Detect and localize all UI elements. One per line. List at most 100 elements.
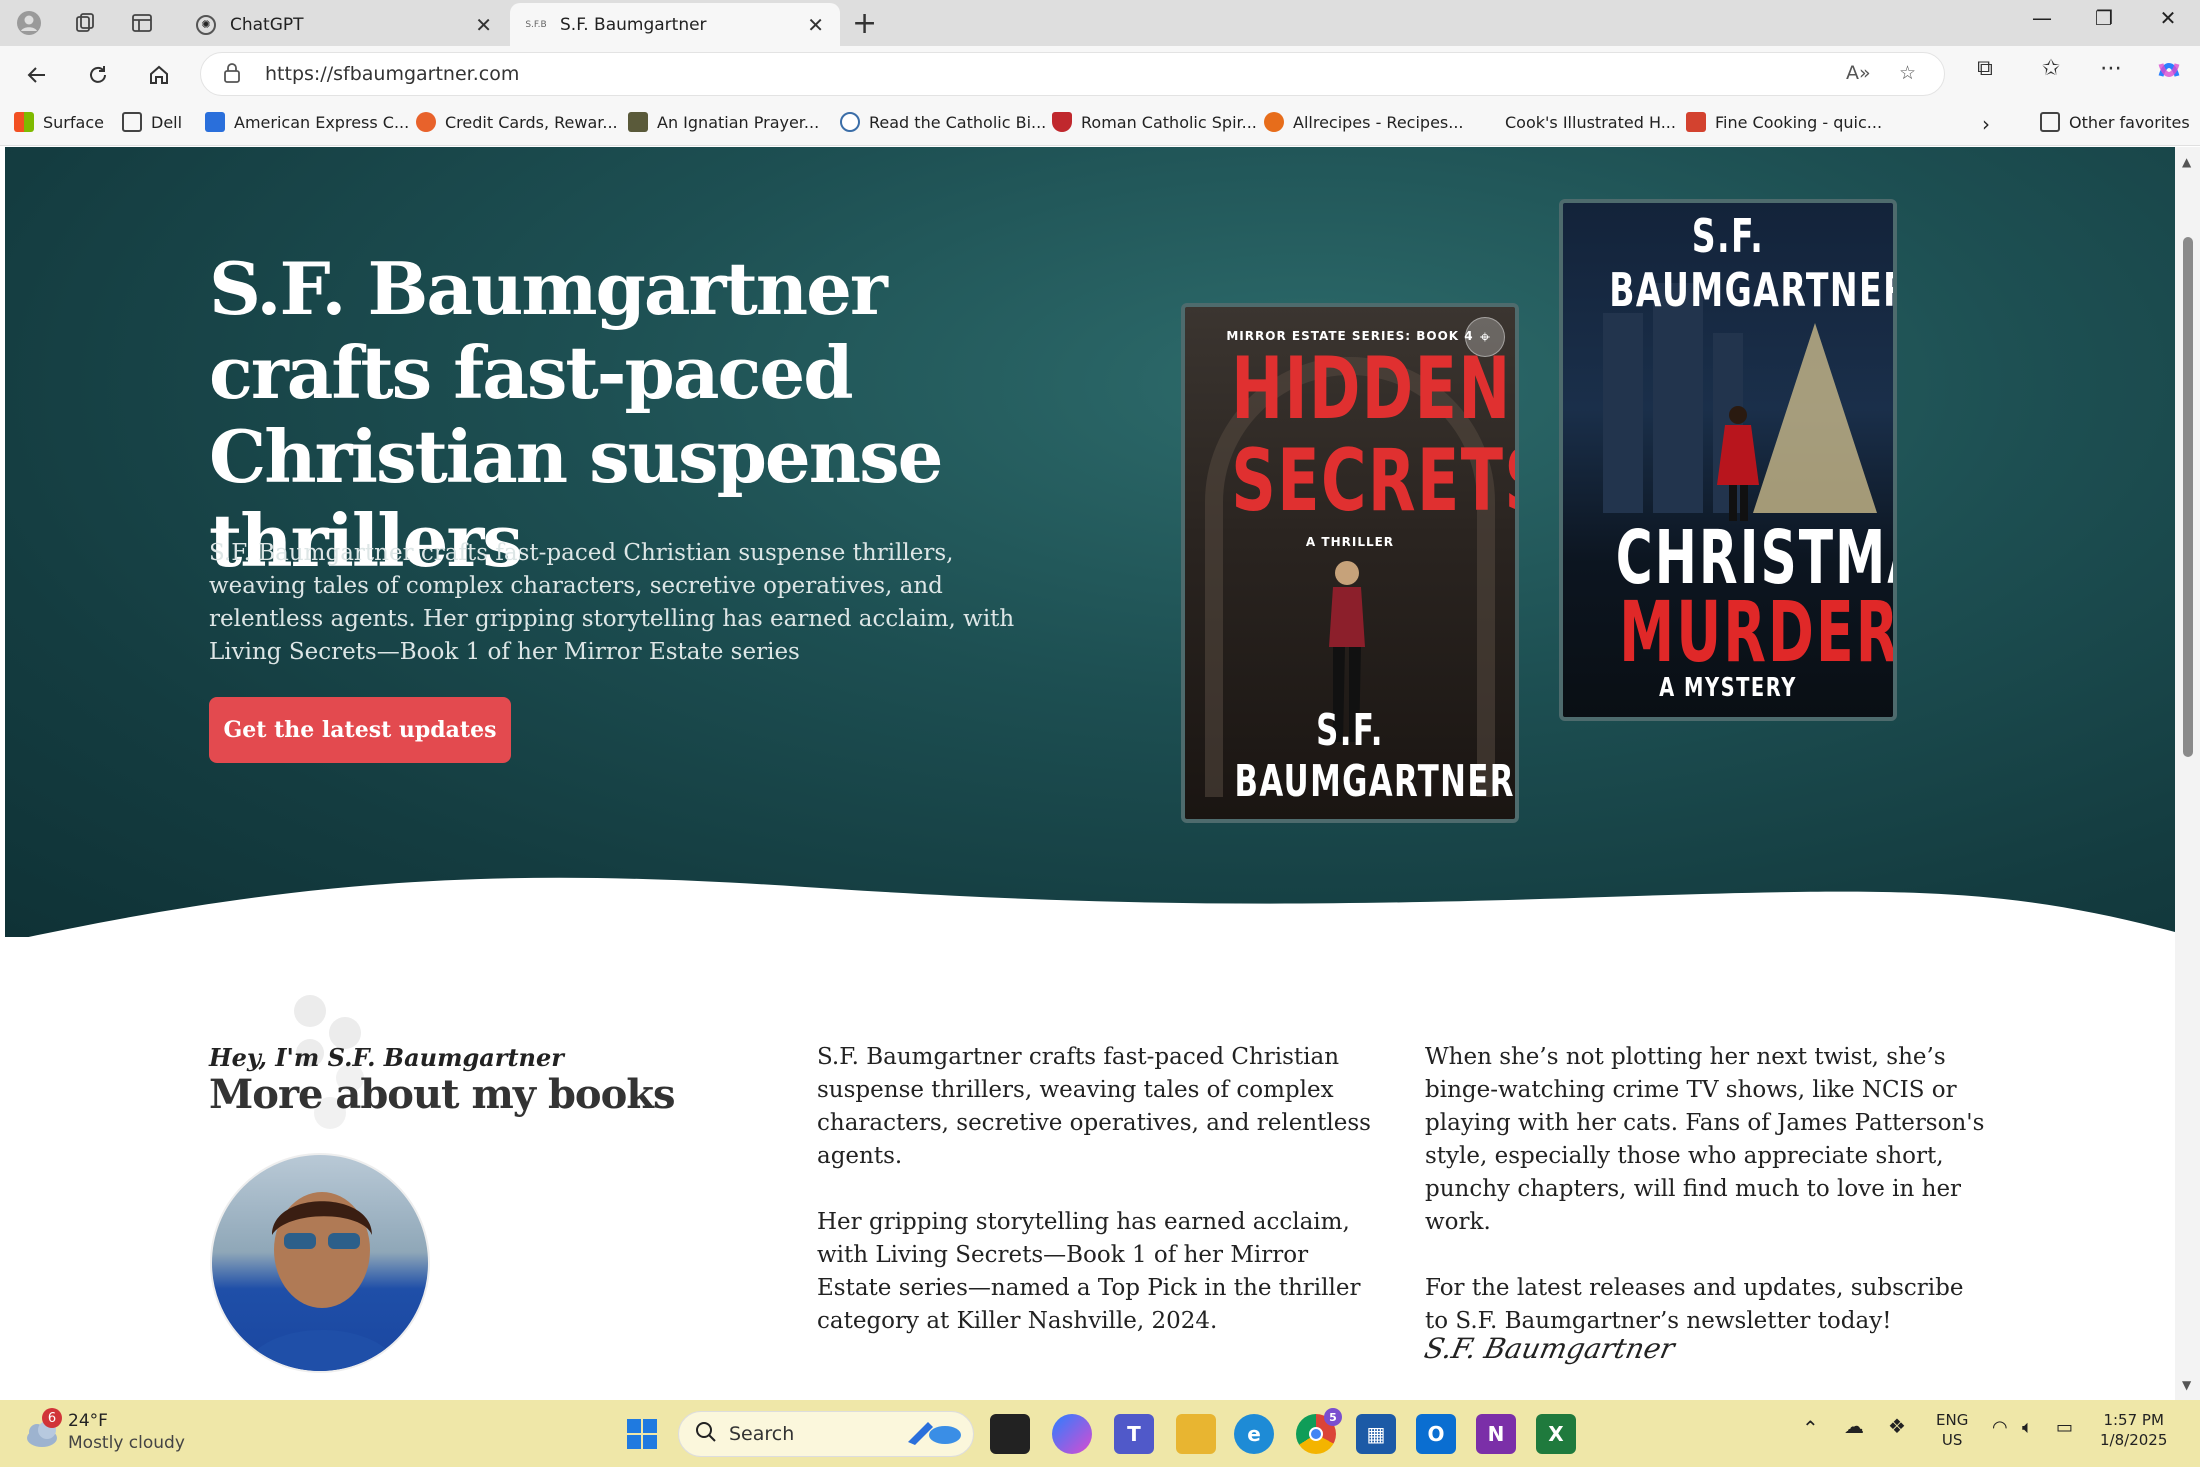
scroll-up-arrow-icon[interactable]: ▲ xyxy=(2182,155,2191,169)
refresh-button[interactable] xyxy=(79,56,117,94)
fine-cooking-icon xyxy=(1686,112,1706,132)
browser-title-bar: ✺ ChatGPT ✕ S.F.B S.F. Baumgartner ✕ + —… xyxy=(0,0,2200,46)
scroll-down-arrow-icon[interactable]: ▼ xyxy=(2182,1378,2191,1392)
extensions-icon[interactable]: ⧉ xyxy=(1966,56,2004,81)
address-bar[interactable]: https://sfbaumgartner.com A» ☆ xyxy=(200,52,1945,96)
favorite-label: Allrecipes - Recipes... xyxy=(1293,112,1464,132)
weather-badge: 6 xyxy=(42,1408,62,1428)
search-icon xyxy=(695,1421,717,1448)
weather-text[interactable]: 24°F Mostly cloudy xyxy=(68,1410,185,1454)
favorite-american-express[interactable]: American Express C... xyxy=(205,112,409,132)
cooks-illustrated-icon xyxy=(1476,112,1496,132)
book-title: HIDDEN SECRETS xyxy=(1231,339,1519,531)
weather-temp: 24°F xyxy=(68,1411,108,1431)
favorites-overflow-chevron-icon[interactable]: › xyxy=(1982,112,1990,136)
favorite-label: Surface xyxy=(43,112,104,132)
copilot-icon[interactable] xyxy=(2150,56,2188,90)
tab-label: ChatGPT xyxy=(230,14,304,35)
favorite-credit-cards[interactable]: Credit Cards, Rewar... xyxy=(416,112,618,132)
tab-label: S.F. Baumgartner xyxy=(560,14,707,35)
favorite-star-icon[interactable]: ☆ xyxy=(1899,62,1916,84)
region-code: US xyxy=(1941,1431,1963,1449)
favorite-dell[interactable]: Dell xyxy=(122,112,182,132)
building-illustration xyxy=(1653,283,1703,513)
close-tab-icon[interactable]: ✕ xyxy=(807,13,824,37)
url-text[interactable]: https://sfbaumgartner.com xyxy=(265,63,519,85)
back-button[interactable] xyxy=(18,56,56,94)
more-menu-icon[interactable]: ⋯ xyxy=(2092,56,2130,81)
tab-sf-baumgartner[interactable]: S.F.B S.F. Baumgartner ✕ xyxy=(510,3,840,46)
store-icon[interactable]: ▦ xyxy=(1356,1414,1396,1454)
page-scrollbar[interactable]: ▲ ▼ xyxy=(2175,147,2200,1400)
book-author: S.F. BAUMGARTNER xyxy=(1234,705,1515,807)
book-title-line: SECRETS xyxy=(1231,431,1519,531)
wordpress-icon xyxy=(840,112,860,132)
onenote-icon[interactable]: N xyxy=(1476,1414,1516,1454)
favorite-label: Credit Cards, Rewar... xyxy=(445,112,618,132)
new-tab-button[interactable]: + xyxy=(852,6,877,41)
get-updates-button[interactable]: Get the latest updates xyxy=(209,697,511,763)
favorite-cooks-illustrated[interactable]: Cook's Illustrated H... xyxy=(1476,112,1676,132)
excel-icon[interactable]: X xyxy=(1536,1414,1576,1454)
favorites-icon[interactable]: ✩ xyxy=(2032,56,2070,81)
copilot-taskbar-icon[interactable] xyxy=(1052,1414,1092,1454)
tab-chatgpt[interactable]: ✺ ChatGPT ✕ xyxy=(180,3,508,46)
book-title-line: MURDERS xyxy=(1619,583,1897,681)
favorite-ignatian-prayer[interactable]: An Ignatian Prayer... xyxy=(628,112,819,132)
favorite-label: An Ignatian Prayer... xyxy=(657,112,820,132)
chatgpt-icon: ✺ xyxy=(196,14,216,35)
favorite-fine-cooking[interactable]: Fine Cooking - quic... xyxy=(1686,112,1882,132)
lock-icon[interactable] xyxy=(223,63,241,88)
workspaces-icon[interactable] xyxy=(70,8,100,38)
favorite-surface[interactable]: Surface xyxy=(14,112,104,132)
about-paragraph: Her gripping storytelling has earned acc… xyxy=(817,1209,1361,1334)
edge-icon[interactable]: e xyxy=(1234,1414,1274,1454)
about-column-1: S.F. Baumgartner crafts fast-paced Chris… xyxy=(817,1041,1377,1371)
amex-icon xyxy=(205,112,225,132)
favorite-roman-catholic[interactable]: Roman Catholic Spir... xyxy=(1052,112,1257,132)
about-kicker: Hey, I'm S.F. Baumgartner xyxy=(209,1043,564,1072)
visual-search-icon[interactable]: ⌖ xyxy=(1465,317,1505,357)
site-favicon-icon: S.F.B xyxy=(525,19,547,30)
start-button[interactable] xyxy=(622,1414,662,1454)
book-cover-hidden-secrets[interactable]: MIRROR ESTATE SERIES: BOOK 4 HIDDEN SECR… xyxy=(1181,303,1519,823)
file-explorer-icon[interactable] xyxy=(1176,1414,1216,1454)
folder-icon xyxy=(2040,112,2060,132)
teams-icon[interactable]: T xyxy=(1114,1414,1154,1454)
show-hidden-icons-chevron-icon[interactable]: ⌃ xyxy=(1802,1418,1819,1438)
language-indicator[interactable]: ENG US xyxy=(1936,1410,1968,1450)
close-window-button[interactable]: ✕ xyxy=(2148,6,2188,30)
language-code: ENG xyxy=(1936,1411,1969,1429)
taskbar-search[interactable]: Search xyxy=(678,1411,974,1457)
clock[interactable]: 1:57 PM 1/8/2025 xyxy=(2100,1410,2167,1450)
tab-actions-icon[interactable] xyxy=(127,8,157,38)
outlook-icon[interactable]: O xyxy=(1416,1414,1456,1454)
hero-section: S.F. Baumgartner crafts fast-paced Chris… xyxy=(5,147,2175,947)
favorite-catholic-bible[interactable]: Read the Catholic Bi... xyxy=(840,112,1046,132)
hero-description: S.F. Baumgartner crafts fast-paced Chris… xyxy=(209,540,1015,665)
shield-icon xyxy=(1052,112,1072,132)
task-view-icon[interactable] xyxy=(990,1414,1030,1454)
home-button[interactable] xyxy=(140,56,178,94)
restore-button[interactable]: ❐ xyxy=(2084,6,2124,30)
favorite-label: Roman Catholic Spir... xyxy=(1081,112,1257,132)
onedrive-icon[interactable]: ☁ xyxy=(1844,1416,1864,1436)
building-illustration xyxy=(1603,313,1643,513)
minimize-button[interactable]: — xyxy=(2022,6,2062,30)
dropbox-icon[interactable]: ❖ xyxy=(1888,1416,1906,1436)
battery-icon[interactable]: ▭ xyxy=(2056,1418,2073,1438)
windows-taskbar: 6 24°F Mostly cloudy Search T e 5 ▦ O N … xyxy=(0,1400,2200,1467)
favorite-allrecipes[interactable]: Allrecipes - Recipes... xyxy=(1264,112,1464,132)
close-tab-icon[interactable]: ✕ xyxy=(475,13,492,37)
weather-widget[interactable]: 6 xyxy=(22,1408,62,1452)
book-cover-christmas-murders[interactable]: S.F. BAUMGARTNER CHRISTMAS MURDERS A MYS… xyxy=(1559,199,1897,721)
other-favorites[interactable]: Other favorites xyxy=(2040,112,2190,132)
scrollbar-thumb[interactable] xyxy=(2183,237,2193,757)
about-heading: More about my books xyxy=(209,1071,676,1118)
profile-icon[interactable] xyxy=(14,8,44,38)
book-title-line: HIDDEN xyxy=(1231,339,1512,439)
volume-icon[interactable]: 🔈︎ xyxy=(2022,1418,2033,1438)
wifi-icon[interactable]: ◠ xyxy=(1992,1418,2008,1438)
read-aloud-icon[interactable]: A» xyxy=(1846,62,1871,84)
chrome-icon[interactable]: 5 xyxy=(1296,1408,1342,1454)
